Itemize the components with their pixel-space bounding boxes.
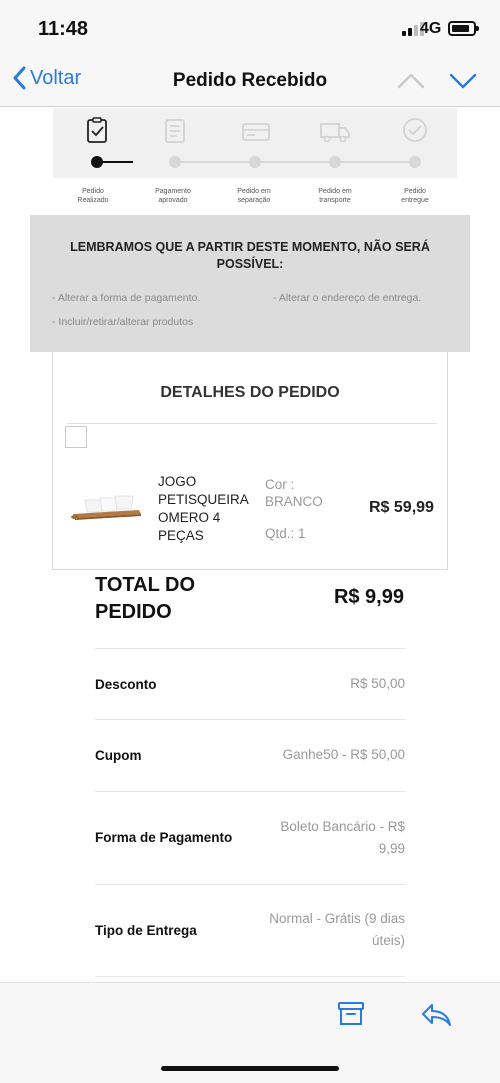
navigation-bar: Voltar Pedido Recebido <box>0 58 500 107</box>
color-value: BRANCO <box>265 494 323 509</box>
delivery-type-label: Tipo de Entrega <box>95 923 197 938</box>
home-indicator <box>161 1066 339 1071</box>
order-total-label: TOTAL DO PEDIDO <box>95 574 195 623</box>
payment-method-label: Forma de Pagamento <box>95 830 233 845</box>
product-checkbox[interactable] <box>65 426 87 448</box>
notice-item: - Alterar o endereço de entrega. <box>273 292 422 304</box>
payment-method-value: Boleto Bancário - R$ 9,99 <box>280 819 405 856</box>
restrictions-notice: LEMBRAMOS QUE A PARTIR DESTE MOMENTO, NÃ… <box>30 215 470 352</box>
step-dot <box>169 156 181 168</box>
check-circle-icon <box>403 118 427 142</box>
progress-line <box>179 161 249 163</box>
coupon-label: Cupom <box>95 748 142 763</box>
notice-item: - Alterar a forma de pagamento. <box>52 292 201 304</box>
discount-value: R$ 50,00 <box>350 676 405 691</box>
divider <box>67 423 437 424</box>
discount-label: Desconto <box>95 677 157 692</box>
battery-icon <box>448 21 479 36</box>
divider <box>95 648 405 649</box>
order-total-value: R$ 9,99 <box>333 586 404 608</box>
notice-title: LEMBRAMOS QUE A PARTIR DESTE MOMENTO, NÃ… <box>70 240 430 271</box>
step-dot <box>409 156 421 168</box>
divider <box>95 719 405 720</box>
previous-message-icon[interactable] <box>396 68 426 94</box>
order-details-card: DETALHES DO PEDIDO JOGO PETISQUEIRA OMER… <box>52 352 448 570</box>
step-label: Pagamento aprovado <box>155 188 191 204</box>
step-dot <box>249 156 261 168</box>
reply-icon[interactable] <box>420 1002 452 1028</box>
notice-item: - Incluir/retirar/alterar produtos <box>52 316 194 328</box>
progress-line <box>339 161 409 163</box>
network-label: 4G <box>420 20 442 37</box>
step-label: Pedido entregue <box>401 188 429 204</box>
divider <box>95 884 405 885</box>
payment-document-icon <box>165 119 185 143</box>
next-message-icon[interactable] <box>448 68 478 94</box>
step-dot-done <box>91 156 103 168</box>
step-dot <box>329 156 341 168</box>
order-progress-tracker <box>53 108 457 178</box>
status-time: 11:48 <box>38 18 89 40</box>
product-price: R$ 59,99 <box>369 499 434 516</box>
coupon-value: Ganhe50 - R$ 50,00 <box>282 747 405 762</box>
divider <box>95 791 405 792</box>
progress-line <box>259 161 329 163</box>
package-separation-icon <box>242 123 270 141</box>
details-title: DETALHES DO PEDIDO <box>160 384 340 401</box>
step-label: Pedido em separação <box>237 188 271 204</box>
step-label: Pedido em transporte <box>318 188 352 204</box>
product-image <box>71 495 141 520</box>
product-name[interactable]: JOGO PETISQUEIRA OMERO 4 PEÇAS <box>158 473 263 545</box>
divider <box>95 976 405 977</box>
quantity: Qtd.: 1 <box>265 526 306 541</box>
clipboard-check-icon <box>87 117 107 143</box>
color-label: Cor : <box>265 477 295 492</box>
archive-icon[interactable] <box>337 1000 365 1028</box>
delivery-truck-icon <box>320 123 350 143</box>
step-label: Pedido Realizado <box>77 188 109 204</box>
delivery-type-value: Normal - Grátis (9 dias úteis) <box>269 911 405 948</box>
